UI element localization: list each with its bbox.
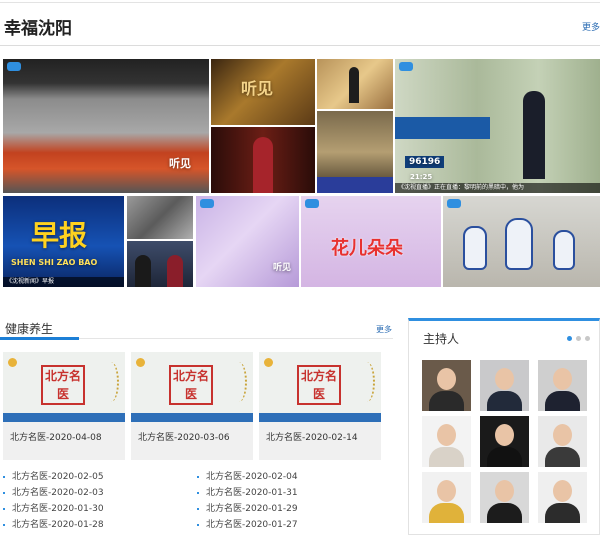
show-subtitle: SHEN SHI ZAO BAO — [11, 258, 98, 267]
leaf-decoration — [231, 362, 247, 402]
broadcast-time: 21:25 — [410, 173, 433, 181]
thumbnail-band — [3, 413, 125, 422]
video-card[interactable]: 北方名医 北方名医-2020-04-08 — [3, 352, 125, 460]
channel-logo-icon — [399, 62, 413, 71]
health-section-title: 健康养生 — [5, 322, 54, 336]
phone-number: 96196 — [405, 156, 445, 168]
tile-watermark: 听见 — [272, 263, 291, 273]
title-divider — [0, 45, 600, 46]
host-avatar[interactable] — [480, 472, 529, 523]
video-thumbnail: 北方名医 — [3, 352, 125, 422]
news-ticker: 《沈视直播》正在直播：黎明前的黑暗中，他为 — [395, 183, 600, 193]
health-more-link[interactable]: 更多 — [376, 324, 392, 335]
video-card[interactable]: 北方名医 北方名医-2020-02-14 — [259, 352, 381, 460]
vase-figure — [463, 226, 487, 270]
more-link[interactable]: 更多 — [582, 20, 600, 33]
list-item[interactable]: 北方名医-2020-01-29 — [196, 501, 298, 517]
anchor-figure — [523, 91, 545, 179]
video-tile-stadium[interactable]: 听见 — [3, 59, 209, 193]
list-item[interactable]: 北方名医-2020-01-28 — [2, 517, 104, 533]
host-avatar[interactable] — [538, 416, 587, 467]
host-avatar[interactable] — [422, 416, 471, 467]
video-tile-porcelain[interactable] — [443, 196, 600, 287]
video-tile-old-photo[interactable] — [127, 196, 193, 239]
video-card-title[interactable]: 北方名医-2020-03-06 — [138, 430, 230, 443]
carousel-dot[interactable] — [585, 336, 590, 341]
seal-logo: 北方名医 — [169, 365, 213, 405]
news-banner — [395, 117, 490, 139]
seal-logo: 北方名医 — [41, 365, 85, 405]
video-card-title[interactable]: 北方名医-2020-02-14 — [266, 430, 358, 443]
video-thumbnail: 北方名医 — [259, 352, 381, 422]
vase-figure — [505, 218, 533, 270]
section-title: 幸福沈阳 — [4, 19, 72, 39]
video-card-title[interactable]: 北方名医-2020-04-08 — [10, 430, 102, 443]
channel-logo-icon — [447, 199, 461, 208]
video-list-left: 北方名医-2020-02-05 北方名医-2020-02-03 北方名医-202… — [2, 469, 104, 533]
list-item[interactable]: 北方名医-2020-02-05 — [2, 469, 104, 485]
sun-icon — [136, 358, 145, 367]
sun-icon — [264, 358, 273, 367]
list-item[interactable]: 北方名医-2020-02-03 — [2, 485, 104, 501]
lower-third — [317, 177, 393, 193]
tile-watermark: 听见 — [241, 79, 274, 98]
hosts-panel: 主持人 — [408, 318, 600, 535]
list-item[interactable]: 北方名医-2020-02-04 — [196, 469, 298, 485]
video-tile-hosts-duo[interactable] — [127, 241, 193, 287]
video-tile-live-news[interactable]: 96196 21:25 《沈视直播》正在直播：黎明前的黑暗中，他为 — [395, 59, 600, 193]
host-avatar[interactable] — [422, 472, 471, 523]
host-avatar[interactable] — [480, 416, 529, 467]
performer-figure — [349, 67, 359, 103]
presenter-figure — [253, 137, 273, 193]
channel-logo-icon — [7, 62, 21, 71]
tile-caption: 《沈视新闻》早报 — [3, 277, 124, 287]
leaf-decoration — [359, 362, 375, 402]
show-title: 早报 — [31, 219, 88, 252]
thumbnail-band — [131, 413, 253, 422]
video-tile-sketch[interactable]: 听见 — [196, 196, 299, 287]
video-thumbnail: 北方名医 — [131, 352, 253, 422]
video-tile-program-gold[interactable]: 听见 — [211, 59, 315, 125]
thumbnail-band — [259, 413, 381, 422]
video-list-right: 北方名医-2020-02-04 北方名医-2020-01-31 北方名医-202… — [196, 469, 298, 533]
list-item[interactable]: 北方名医-2020-01-30 — [2, 501, 104, 517]
vase-figure — [553, 230, 575, 270]
channel-logo-icon — [200, 199, 214, 208]
list-item[interactable]: 北方名医-2020-01-27 — [196, 517, 298, 533]
host-avatar[interactable] — [538, 360, 587, 411]
sun-icon — [8, 358, 17, 367]
video-tile-portrait[interactable] — [317, 111, 393, 193]
tile-watermark: 听见 — [169, 157, 191, 170]
video-tile-kids-show[interactable]: 花儿朵朵 — [301, 196, 441, 287]
top-divider — [0, 2, 600, 3]
hosts-title: 主持人 — [423, 332, 460, 346]
channel-logo-icon — [305, 199, 319, 208]
carousel-dot[interactable] — [576, 336, 581, 341]
carousel-dot[interactable] — [567, 336, 572, 341]
host-avatar[interactable] — [538, 472, 587, 523]
host-avatar[interactable] — [480, 360, 529, 411]
video-card[interactable]: 北方名医 北方名医-2020-03-06 — [131, 352, 253, 460]
host-avatar[interactable] — [422, 360, 471, 411]
video-tile-woman-red[interactable] — [211, 127, 315, 193]
host-figure — [135, 255, 151, 287]
health-title-underline — [0, 337, 79, 340]
show-title: 花儿朵朵 — [331, 238, 403, 259]
list-item[interactable]: 北方名医-2020-01-31 — [196, 485, 298, 501]
video-tile-morning-news[interactable]: 早报 SHEN SHI ZAO BAO 《沈视新闻》早报 — [3, 196, 124, 287]
video-tile-singer[interactable] — [317, 59, 393, 109]
host-figure — [167, 255, 183, 287]
seal-logo: 北方名医 — [297, 365, 341, 405]
leaf-decoration — [103, 362, 119, 402]
